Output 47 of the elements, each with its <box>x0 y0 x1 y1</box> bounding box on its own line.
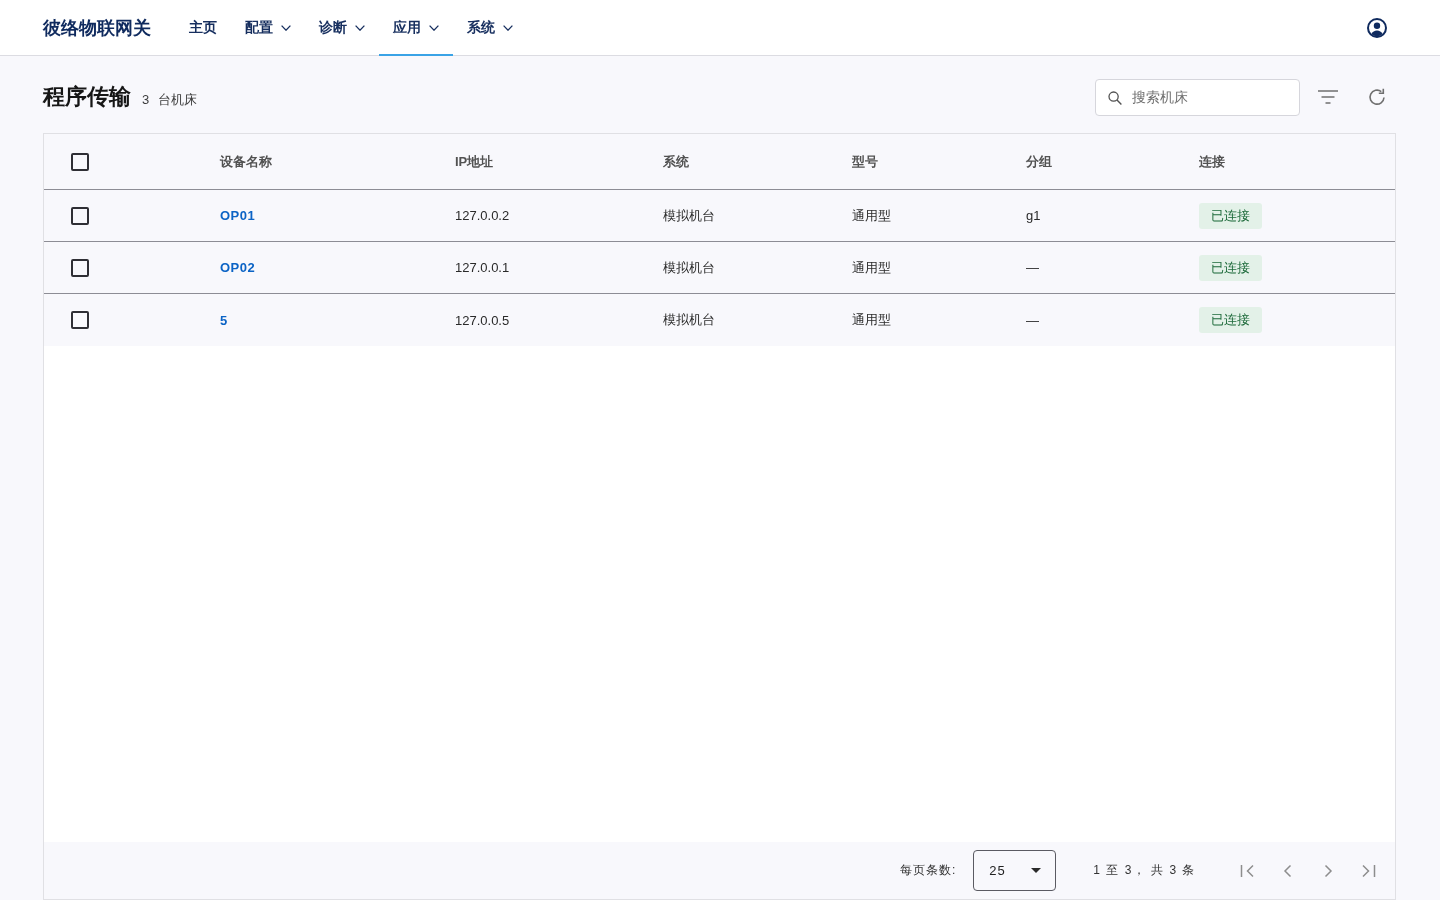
nav-tab[interactable]: 应用 <box>379 0 453 56</box>
status-badge: 已连接 <box>1199 307 1262 333</box>
table-cell: — <box>1026 260 1039 275</box>
page-title: 程序传输 <box>43 83 131 111</box>
table-cell: 模拟机台 <box>663 258 715 277</box>
column-header: 连接 <box>1199 152 1225 171</box>
column-header: IP地址 <box>455 152 494 171</box>
table-cell: 通用型 <box>852 258 891 277</box>
select-all-checkbox[interactable] <box>71 152 89 171</box>
page-size-label: 每页条数: <box>899 862 957 879</box>
nav-tab[interactable]: 主页 <box>175 0 231 56</box>
nav-tab[interactable]: 诊断 <box>305 0 379 56</box>
table-cell: — <box>1026 312 1039 328</box>
device-name-link[interactable]: OP02 <box>220 260 256 275</box>
device-count: 3 台机床 <box>142 91 197 109</box>
page-size-select[interactable]: 25 <box>973 850 1057 891</box>
device-name-link[interactable]: OP01 <box>220 208 256 223</box>
table-cell: 通用型 <box>852 206 891 225</box>
column-header: 系统 <box>663 152 689 171</box>
table-cell: 模拟机台 <box>663 311 715 329</box>
row-checkbox[interactable] <box>71 206 89 225</box>
row-checkbox[interactable] <box>71 311 89 329</box>
nav-tab[interactable]: 系统 <box>453 0 527 56</box>
first-page-icon[interactable] <box>1240 862 1256 879</box>
app-logo: 彼络物联网关 <box>43 16 151 40</box>
table-cell: 127.0.0.1 <box>455 260 510 275</box>
last-page-icon[interactable] <box>1360 862 1376 879</box>
column-header: 设备名称 <box>220 152 272 171</box>
search-icon <box>1108 90 1122 105</box>
filter-icon[interactable] <box>1318 90 1338 104</box>
search-field[interactable]: 搜索机床 <box>1095 78 1300 116</box>
nav-tab[interactable]: 配置 <box>231 0 305 56</box>
refresh-icon[interactable] <box>1368 88 1386 106</box>
row-checkbox[interactable] <box>71 258 89 277</box>
table-cell: 127.0.0.2 <box>455 208 510 223</box>
table-cell: 通用型 <box>852 311 891 329</box>
column-header: 型号 <box>852 152 878 171</box>
device-name-link[interactable]: 5 <box>220 312 228 328</box>
table-cell: 模拟机台 <box>663 206 715 225</box>
table-cell: g1 <box>1026 208 1041 223</box>
column-header: 分组 <box>1026 152 1052 171</box>
status-badge: 已连接 <box>1199 254 1262 281</box>
table-cell: 127.0.0.5 <box>455 312 510 328</box>
user-account-icon[interactable] <box>1367 17 1387 38</box>
status-badge: 已连接 <box>1199 202 1262 229</box>
caret-down-icon <box>1031 868 1042 873</box>
page-range-text: 1 至 3， 共 3 条 <box>1093 862 1196 879</box>
